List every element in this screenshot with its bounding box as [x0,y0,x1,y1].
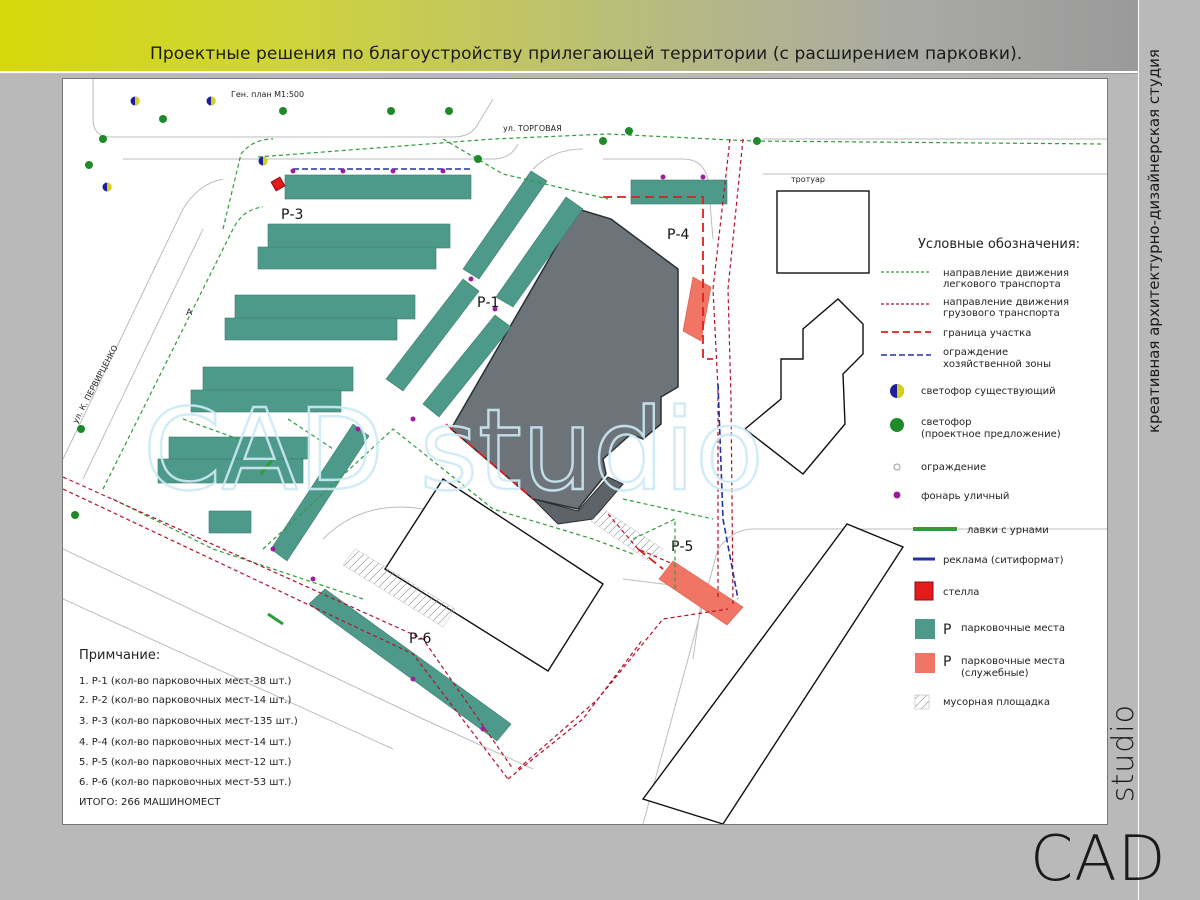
legend-label: ограждение [943,347,1008,358]
legend-proposed-light-icon [890,418,904,432]
zone-label-p4: Р-4 [667,227,689,243]
note-item: 5. Р-5 (кол-во парковочных мест-12 шт.) [79,757,291,768]
existing-traffic-lights [102,96,268,192]
side-label: креативная архитектурно-дизайнерская сту… [1145,8,1167,433]
side-label-text: креативная архитектурно-дизайнерская сту… [1145,49,1163,433]
legend-waste-icon [914,694,930,710]
legend-traffic-light-icon-half [897,384,904,398]
note-item: 2. Р-2 (кол-во парковочных мест-14 шт.) [79,695,291,706]
legend-label: направление движения [943,297,1069,308]
header-divider [0,71,1138,73]
parking-block [267,223,451,249]
service-parking-block [682,276,712,342]
legend-label-prefix: Р [943,622,951,638]
scale-label: Ген. план М1:500 [231,90,304,99]
parking-block [224,317,398,341]
legend-title: Условные обозначения: [918,237,1080,252]
site-plan-drawing: CAD studio Ген. план М1:500 ул. ТОРГОВАЯ… [63,79,1107,824]
legend-label: светофор [921,417,972,428]
legend-label: хозяйственной зоны [943,359,1051,370]
legend-label: легкового транспорта [943,279,1061,290]
legend-label: направление движения [943,268,1069,279]
note-item: 4. Р-4 (кол-во парковочных мест-14 шт.) [79,737,291,748]
watermark: CAD studio [143,386,764,516]
page-title: Проектные решения по благоустройству при… [150,44,1023,64]
letter-a: А [186,308,193,318]
hatched-area [590,508,664,562]
legend-label: светофор существующий [921,386,1056,397]
parking-block [257,246,437,270]
zone-label-p3: Р-3 [281,207,303,223]
building-outline [776,190,870,274]
logo-cad: CAD [1030,822,1167,895]
note-item: 6. Р-6 (кол-во парковочных мест-53 шт.) [79,777,291,788]
sidewalk-label: тротуар [791,175,825,184]
logo-studio: studio [1106,704,1141,834]
notes-title: Примчание: [79,648,160,663]
legend-bench-icon [913,527,957,531]
legend-label: (служебные) [961,668,1029,679]
notes: Примчание: 1. Р-1 (кол-во парковочных ме… [79,648,298,808]
street-label-top: ул. ТОРГОВАЯ [503,124,562,133]
stele-marker [270,176,286,192]
legend-label: ограждение [921,462,986,473]
legend-lamp-icon [893,491,901,499]
legend-label: парковочные места [961,623,1065,634]
legend-fence-icon [893,463,901,471]
note-item: 1. Р-1 (кол-во парковочных мест-38 шт.) [79,676,291,687]
legend-label: грузового транспорта [943,308,1060,319]
legend-label: лавки с урнами [967,525,1049,536]
legend-label: мусорная площадка [943,697,1050,708]
zone-label-p1: Р-1 [477,295,499,311]
zone-label-p5: Р-5 [671,539,693,555]
legend-label: граница участка [943,328,1031,339]
zone-label-p6: Р-6 [409,631,431,647]
legend-service-parking-icon [915,653,935,673]
legend: Условные обозначения: направление движен… [881,237,1080,710]
parking-block [630,179,728,205]
legend-label: фонарь уличный [921,491,1009,502]
legend-label: парковочные места [961,656,1065,667]
legend-stele-icon [914,581,934,601]
notes-total: ИТОГО: 266 МАШИНОМЕСТ [79,797,221,808]
street-label-left: ул. К. ПЕРВИРЦЕНКО [71,344,120,425]
parking-block [234,294,416,320]
note-item: 3. Р-3 (кол-во парковочных мест-135 шт.) [79,716,298,727]
parking-block [284,174,472,200]
legend-label: реклама (ситиформат) [943,555,1064,566]
legend-label-prefix: Р [943,654,951,670]
service-parking-block [658,560,744,626]
site-plan: CAD studio Ген. план М1:500 ул. ТОРГОВАЯ… [62,78,1108,825]
legend-parking-icon [915,619,935,639]
legend-label: (проектное предложение) [921,429,1061,440]
legend-label: стелла [943,587,979,598]
logo-studio-text: studio [1106,704,1141,803]
